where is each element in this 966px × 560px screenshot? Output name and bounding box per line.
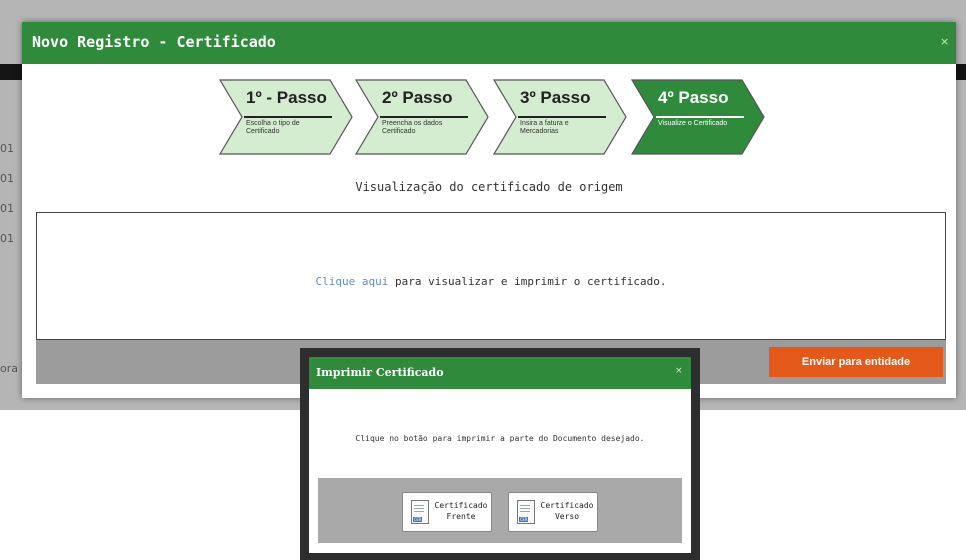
preview-instructions: Clique aqui para visualizar e imprimir o… (37, 275, 945, 288)
step-4[interactable]: 4º Passo Visualize o Certificado (630, 78, 766, 156)
button-label: Certificado Verso (540, 501, 594, 521)
step-title: 2º Passo (382, 88, 453, 107)
print-certificate-dialog: Imprimir Certificado × Clique no botão p… (309, 357, 691, 553)
step-divider (380, 116, 468, 118)
certificate-preview-area: Clique aqui para visualizar e imprimir o… (36, 212, 946, 340)
background-fragment: 01 (0, 202, 14, 215)
background-fragment: 01 (0, 232, 14, 245)
dialog-title: Imprimir Certificado (316, 366, 444, 379)
background-fragment: ora (0, 362, 18, 375)
modal-title: Novo Registro - Certificado (32, 33, 276, 51)
background-fragment: 01 (0, 142, 14, 155)
step-1[interactable]: 1º - Passo Escolha o tipo de Certificado (218, 78, 354, 156)
close-icon[interactable]: × (675, 366, 683, 376)
step-description: Insira a fatura e Mercadorias (520, 120, 569, 135)
step-divider (518, 116, 606, 118)
step-2[interactable]: 2º Passo Preencha os dados Certificado (354, 78, 490, 156)
step-description: Preencha os dados Certificado (382, 120, 443, 135)
preview-text: para visualizar e imprimir o certificado… (388, 275, 667, 288)
dialog-footer: CertificadoFrente CertificadoVerso (318, 478, 682, 543)
send-to-entity-button[interactable]: Enviar para entidade (769, 347, 943, 377)
close-icon[interactable]: × (940, 35, 949, 48)
step-title: 1º - Passo (246, 88, 327, 107)
print-back-button[interactable]: CertificadoVerso (508, 492, 598, 532)
step-divider (244, 116, 332, 118)
step-divider (656, 116, 744, 118)
new-registration-modal: Novo Registro - Certificado × 1º - Passo… (22, 22, 956, 398)
step-title: 4º Passo (658, 88, 729, 107)
modal-header: Novo Registro - Certificado × (22, 22, 956, 64)
print-front-button[interactable]: CertificadoFrente (402, 492, 492, 532)
section-subtitle: Visualização do certificado de origem (355, 180, 623, 194)
step-3[interactable]: 3º Passo Insira a fatura e Mercadorias (492, 78, 628, 156)
dialog-message: Clique no botão para imprimir a parte do… (355, 434, 645, 443)
dialog-header: Imprimir Certificado × (309, 357, 691, 389)
wizard-steps: 1º - Passo Escolha o tipo de Certificado… (22, 78, 956, 158)
step-description: Escolha o tipo de Certificado (246, 120, 300, 135)
step-title: 3º Passo (520, 88, 591, 107)
background-fragment: 01 (0, 172, 14, 185)
button-label: Certificado Frente (434, 501, 488, 521)
certificate-doc-icon (517, 500, 535, 524)
view-certificate-link[interactable]: Clique aqui (315, 275, 388, 288)
step-description: Visualize o Certificado (658, 120, 728, 127)
certificate-doc-icon (411, 500, 429, 524)
